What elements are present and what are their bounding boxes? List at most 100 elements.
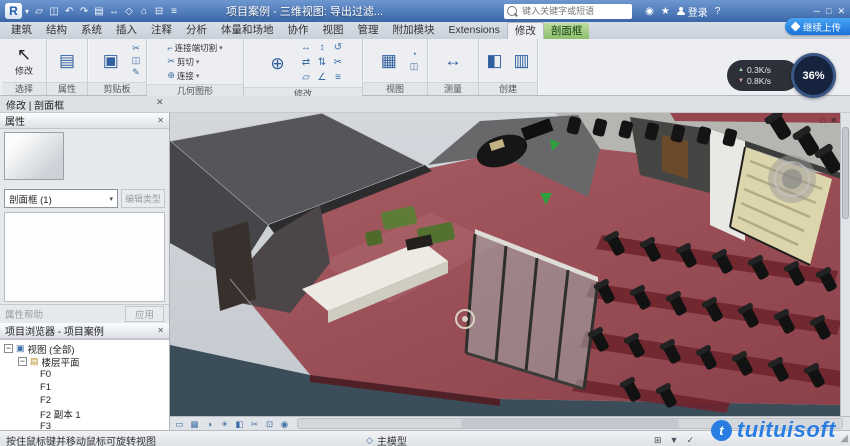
cut-icon[interactable]: ✂ — [132, 43, 141, 54]
tree-collapse-icon[interactable]: − — [18, 357, 27, 366]
isolate-icon[interactable]: ◉ — [278, 418, 291, 430]
close-button[interactable]: ✕ — [837, 6, 845, 17]
apply-button[interactable]: 应用 — [125, 306, 164, 322]
selection-toggle-icon[interactable]: ✓ — [686, 435, 694, 446]
array-icon[interactable]: ⇅ — [315, 56, 330, 70]
tab-structure[interactable]: 结构 — [39, 22, 74, 39]
tree-item-floor-plans[interactable]: − ▤ 楼层平面 — [0, 355, 169, 368]
tree-item-f3[interactable]: F3 — [0, 420, 169, 430]
cut-geometry-button[interactable]: ✂ 剪切 ▾ — [167, 55, 222, 68]
sign-in-button[interactable]: 登录 — [677, 4, 708, 19]
move-button[interactable]: ⊕ — [261, 54, 295, 73]
cope-button[interactable]: ⌐ 连接端切割 ▾ — [167, 41, 222, 54]
trim-icon[interactable]: ✂ — [331, 56, 346, 70]
options-close-icon[interactable]: ✕ — [156, 97, 164, 108]
tab-collaborate[interactable]: 协作 — [281, 22, 316, 39]
3d-view-canvas[interactable] — [170, 113, 841, 417]
tab-section-box[interactable]: 剖面框 — [544, 23, 590, 39]
shadows-icon[interactable]: ◧ — [233, 418, 246, 430]
properties-close-icon[interactable]: ✕ — [157, 116, 164, 125]
redo-icon[interactable]: ↷ — [77, 6, 91, 17]
tab-modify[interactable]: 修改 — [507, 22, 544, 39]
project-browser-header[interactable]: 项目浏览器 - 项目案例 ✕ — [0, 323, 169, 339]
match-type-icon[interactable]: ✎ — [132, 67, 141, 78]
tab-systems[interactable]: 系统 — [74, 22, 109, 39]
tab-addins[interactable]: 附加模块 — [386, 22, 442, 39]
communication-center-icon[interactable]: ◉ — [645, 6, 654, 17]
save-icon[interactable]: ◫ — [47, 6, 61, 17]
tab-manage[interactable]: 管理 — [351, 22, 386, 39]
crop-region-icon[interactable]: ⊡ — [263, 418, 276, 430]
tab-view[interactable]: 视图 — [316, 22, 351, 39]
properties-help-link[interactable]: 属性帮助 — [5, 307, 43, 321]
delete-icon[interactable]: ≡ — [331, 71, 346, 85]
vertical-scrollbar[interactable] — [840, 113, 850, 417]
app-logo-icon[interactable]: R — [5, 3, 22, 19]
tab-architecture[interactable]: 建筑 — [4, 22, 39, 39]
open-file-icon[interactable]: ▱ — [32, 6, 46, 17]
maximize-button[interactable]: □ — [826, 6, 831, 17]
align-icon[interactable]: ↔ — [299, 41, 314, 55]
help-icon[interactable]: ? — [715, 6, 721, 17]
panel-label-select[interactable]: 选择 — [2, 82, 46, 95]
minimize-button[interactable]: ─ — [814, 6, 820, 17]
search-input[interactable] — [520, 5, 629, 17]
thin-lines-icon[interactable]: ≡ — [167, 6, 181, 17]
rotate-icon[interactable]: ↺ — [331, 41, 346, 55]
tree-item-f2[interactable]: F2 — [0, 394, 169, 407]
mirror-icon[interactable]: ⇄ — [299, 56, 314, 70]
resize-grip[interactable]: ◢ — [840, 433, 848, 444]
scale-icon[interactable]: ▭ — [173, 418, 186, 430]
copy-icon[interactable]: ◫ — [132, 55, 141, 66]
tree-collapse-icon[interactable]: − — [4, 344, 13, 353]
properties-toggle-button[interactable]: ▤ — [51, 51, 83, 70]
properties-palette-header[interactable]: 属性 ✕ — [0, 113, 169, 129]
tree-item-f0[interactable]: F0 — [0, 368, 169, 381]
select-link-icon[interactable]: ⊞ — [654, 435, 662, 446]
crop-view-icon[interactable]: ✂ — [248, 418, 261, 430]
section-icon[interactable]: ⊟ — [152, 6, 166, 17]
tab-massing-site[interactable]: 体量和场地 — [214, 22, 281, 39]
view-close-icon[interactable]: ✕ — [830, 116, 837, 125]
detail-level-icon[interactable]: ▦ — [188, 418, 201, 430]
design-options-control[interactable]: ◇ 主模型 — [366, 433, 407, 446]
offset-icon[interactable]: ↕ — [315, 41, 330, 55]
print-icon[interactable]: ▤ — [92, 6, 106, 17]
tab-annotate[interactable]: 注释 — [144, 22, 179, 39]
tree-item-f1[interactable]: F1 — [0, 381, 169, 394]
visual-style-icon[interactable]: ◑ — [203, 418, 216, 430]
tag-icon[interactable]: ◇ — [122, 6, 136, 17]
undo-icon[interactable]: ↶ — [62, 6, 76, 17]
tab-analyze[interactable]: 分析 — [179, 22, 214, 39]
app-menu-arrow-icon[interactable]: ▾ — [25, 7, 29, 16]
help-search-box[interactable] — [504, 4, 632, 19]
tab-insert[interactable]: 插入 — [109, 22, 144, 39]
modify-tool-button[interactable]: ↖ 修改 — [7, 45, 41, 77]
join-geometry-button[interactable]: ⊕ 连接 ▾ — [167, 69, 222, 82]
tab-extensions[interactable]: Extensions — [442, 22, 507, 39]
hide-elements-button[interactable]: ▦ — [372, 51, 406, 70]
tree-item-f2-copy[interactable]: F2 副本 1 — [0, 407, 169, 420]
default-3d-view-icon[interactable]: ⌂ — [137, 6, 151, 17]
favorites-icon[interactable]: ★ — [661, 6, 670, 17]
property-grid[interactable] — [4, 212, 165, 302]
measure-button[interactable]: ↔ — [436, 51, 470, 70]
displace-elements-icon[interactable]: ◫ — [410, 61, 419, 72]
project-browser-close-icon[interactable]: ✕ — [157, 326, 164, 335]
design-options-icon: ◇ — [366, 435, 373, 446]
view-restore-icon[interactable]: □ — [820, 116, 825, 125]
type-selector-dropdown[interactable]: 剖面框 (1) ▾ — [4, 189, 118, 208]
edit-type-button[interactable]: 编辑类型 — [121, 189, 165, 208]
paste-button[interactable]: ▣ — [94, 51, 128, 70]
pin-icon[interactable]: ∠ — [315, 71, 330, 85]
sun-path-icon[interactable]: ☀ — [218, 418, 231, 430]
revit-window: R ▾ ▱ ◫ ↶ ↷ ▤ ↔ ◇ ⌂ ⊟ ≡ 项目案例 - 三维视图: 导出过… — [0, 0, 850, 446]
create-group-button[interactable]: ◧ — [483, 51, 506, 70]
create-similar-button[interactable]: ▥ — [510, 51, 533, 70]
upload-badge[interactable]: 继续上传 — [785, 18, 850, 35]
split-icon[interactable]: ▱ — [299, 71, 314, 85]
override-graphics-icon[interactable]: ◔ — [410, 49, 419, 60]
tree-item-views-root[interactable]: − ▣ 视图 (全部) — [0, 342, 169, 355]
measure-icon[interactable]: ↔ — [107, 6, 121, 17]
filter-icon[interactable]: ▼ — [670, 435, 679, 446]
